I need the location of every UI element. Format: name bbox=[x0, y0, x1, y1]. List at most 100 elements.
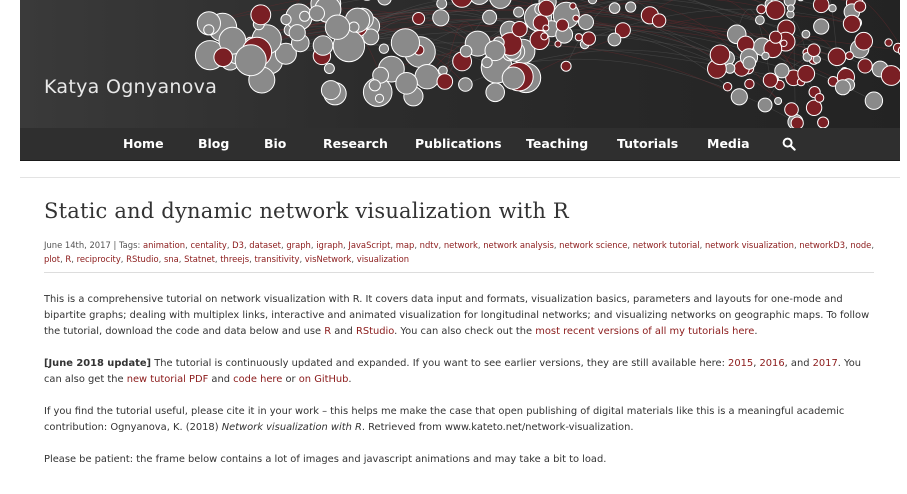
network-node bbox=[812, 0, 830, 14]
tag-link[interactable]: network science bbox=[559, 240, 627, 250]
update-label: [June 2018 update] bbox=[44, 358, 152, 369]
network-node bbox=[481, 56, 493, 69]
network-node bbox=[801, 29, 811, 39]
tag-link[interactable]: R bbox=[65, 254, 71, 264]
loading-note: Please be patient: the frame below conta… bbox=[44, 452, 879, 468]
network-node bbox=[884, 38, 893, 47]
network-node bbox=[560, 60, 572, 72]
network-node bbox=[755, 15, 765, 26]
network-node bbox=[482, 9, 498, 25]
tag-link[interactable]: dataset bbox=[249, 240, 281, 250]
network-node bbox=[828, 4, 837, 13]
tag-link[interactable]: visualization bbox=[357, 254, 409, 264]
tag-link[interactable]: ndtv bbox=[420, 240, 439, 250]
network-node bbox=[323, 63, 335, 74]
link-code[interactable]: code here bbox=[233, 374, 282, 385]
network-node bbox=[765, 0, 786, 20]
link-rstudio[interactable]: RStudio bbox=[356, 326, 394, 337]
network-node bbox=[377, 0, 392, 6]
network-node bbox=[769, 30, 783, 44]
tag-link[interactable]: sna bbox=[164, 254, 179, 264]
link-2016[interactable]: 2016 bbox=[759, 358, 784, 369]
post-title: Static and dynamic network visualization… bbox=[44, 199, 569, 223]
network-node bbox=[786, 4, 795, 13]
tag-link[interactable]: network analysis bbox=[483, 240, 554, 250]
tag-link[interactable]: graph bbox=[286, 240, 311, 250]
tags-label: Tags: bbox=[118, 240, 141, 250]
tag-link[interactable]: igraph bbox=[316, 240, 343, 250]
tag-link[interactable]: network visualization bbox=[705, 240, 794, 250]
network-node bbox=[608, 2, 621, 14]
intro-text: . You can also check out the bbox=[394, 326, 536, 337]
tag-link[interactable]: D3 bbox=[232, 240, 244, 250]
network-node bbox=[757, 97, 773, 113]
network-node bbox=[774, 97, 783, 105]
network-node bbox=[554, 40, 562, 48]
intro-text: . bbox=[754, 326, 758, 337]
tag-link[interactable]: reciprocity bbox=[77, 254, 121, 264]
network-node bbox=[540, 32, 549, 41]
tag-link[interactable]: threejs bbox=[220, 254, 249, 264]
tag-link[interactable]: centality bbox=[190, 240, 226, 250]
search-icon[interactable] bbox=[782, 137, 796, 151]
network-node bbox=[730, 88, 748, 106]
network-node bbox=[651, 13, 667, 28]
network-node bbox=[761, 51, 770, 61]
network-node bbox=[827, 47, 847, 67]
nav-teaching[interactable]: Teaching bbox=[526, 128, 588, 160]
network-node bbox=[774, 63, 790, 79]
network-node bbox=[501, 66, 525, 90]
tag-link[interactable]: node bbox=[850, 240, 871, 250]
network-node bbox=[513, 6, 525, 18]
network-node bbox=[853, 0, 867, 13]
network-node bbox=[542, 24, 550, 32]
update-paragraph: [June 2018 update] The tutorial is conti… bbox=[44, 356, 879, 388]
tag-link[interactable]: network bbox=[444, 240, 478, 250]
update-text: The tutorial is continuously updated and… bbox=[151, 358, 729, 369]
update-text: . bbox=[348, 374, 352, 385]
network-node bbox=[390, 28, 420, 58]
nav-tutorials[interactable]: Tutorials bbox=[617, 128, 678, 160]
citation-text: . Retrieved from www.kateto.net/network-… bbox=[361, 422, 634, 433]
nav-home[interactable]: Home bbox=[123, 128, 164, 160]
link-pdf[interactable]: new tutorial PDF bbox=[127, 374, 209, 385]
network-node bbox=[784, 102, 799, 117]
network-node bbox=[374, 93, 385, 104]
network-node bbox=[790, 116, 804, 128]
nav-publications[interactable]: Publications bbox=[415, 128, 502, 160]
network-node bbox=[368, 79, 381, 92]
tag-link[interactable]: RStudio bbox=[126, 254, 159, 264]
site-title[interactable]: Katya Ognyanova bbox=[44, 76, 217, 98]
tag-link[interactable]: transitivity bbox=[254, 254, 299, 264]
nav-research[interactable]: Research bbox=[323, 128, 388, 160]
network-node bbox=[797, 64, 816, 83]
tag-link[interactable]: networkD3 bbox=[799, 240, 845, 250]
network-node bbox=[432, 9, 450, 27]
network-node bbox=[569, 2, 577, 10]
tag-link[interactable]: network tutorial bbox=[633, 240, 700, 250]
tag-link[interactable]: plot bbox=[44, 254, 60, 264]
meta-divider bbox=[44, 272, 874, 273]
nav-bio[interactable]: Bio bbox=[264, 128, 286, 160]
network-node bbox=[511, 21, 528, 38]
tag-link[interactable]: JavaScript bbox=[348, 240, 390, 250]
nav-blog[interactable]: Blog bbox=[198, 128, 229, 160]
network-node bbox=[572, 14, 580, 22]
page: { "site": { "title": "Katya Ognyanova" }… bbox=[0, 0, 907, 494]
network-node bbox=[709, 44, 731, 66]
tag-link[interactable]: Statnet bbox=[184, 254, 215, 264]
tag-link[interactable]: animation bbox=[143, 240, 185, 250]
tag-link[interactable]: map bbox=[396, 240, 415, 250]
link-2015[interactable]: 2015 bbox=[728, 358, 753, 369]
network-node bbox=[762, 72, 779, 88]
link-tutorials[interactable]: most recent versions of all my tutorials… bbox=[535, 326, 754, 337]
network-node bbox=[722, 82, 733, 92]
nav-media[interactable]: Media bbox=[707, 128, 750, 160]
network-node bbox=[485, 82, 506, 103]
tag-link[interactable]: visNetwork bbox=[305, 254, 352, 264]
main-nav: Home Blog Bio Research Publications Teac… bbox=[20, 128, 900, 161]
link-github[interactable]: on GitHub bbox=[299, 374, 349, 385]
network-node bbox=[555, 18, 570, 32]
header-banner: Katya Ognyanova bbox=[20, 0, 900, 128]
link-2017[interactable]: 2017 bbox=[813, 358, 838, 369]
